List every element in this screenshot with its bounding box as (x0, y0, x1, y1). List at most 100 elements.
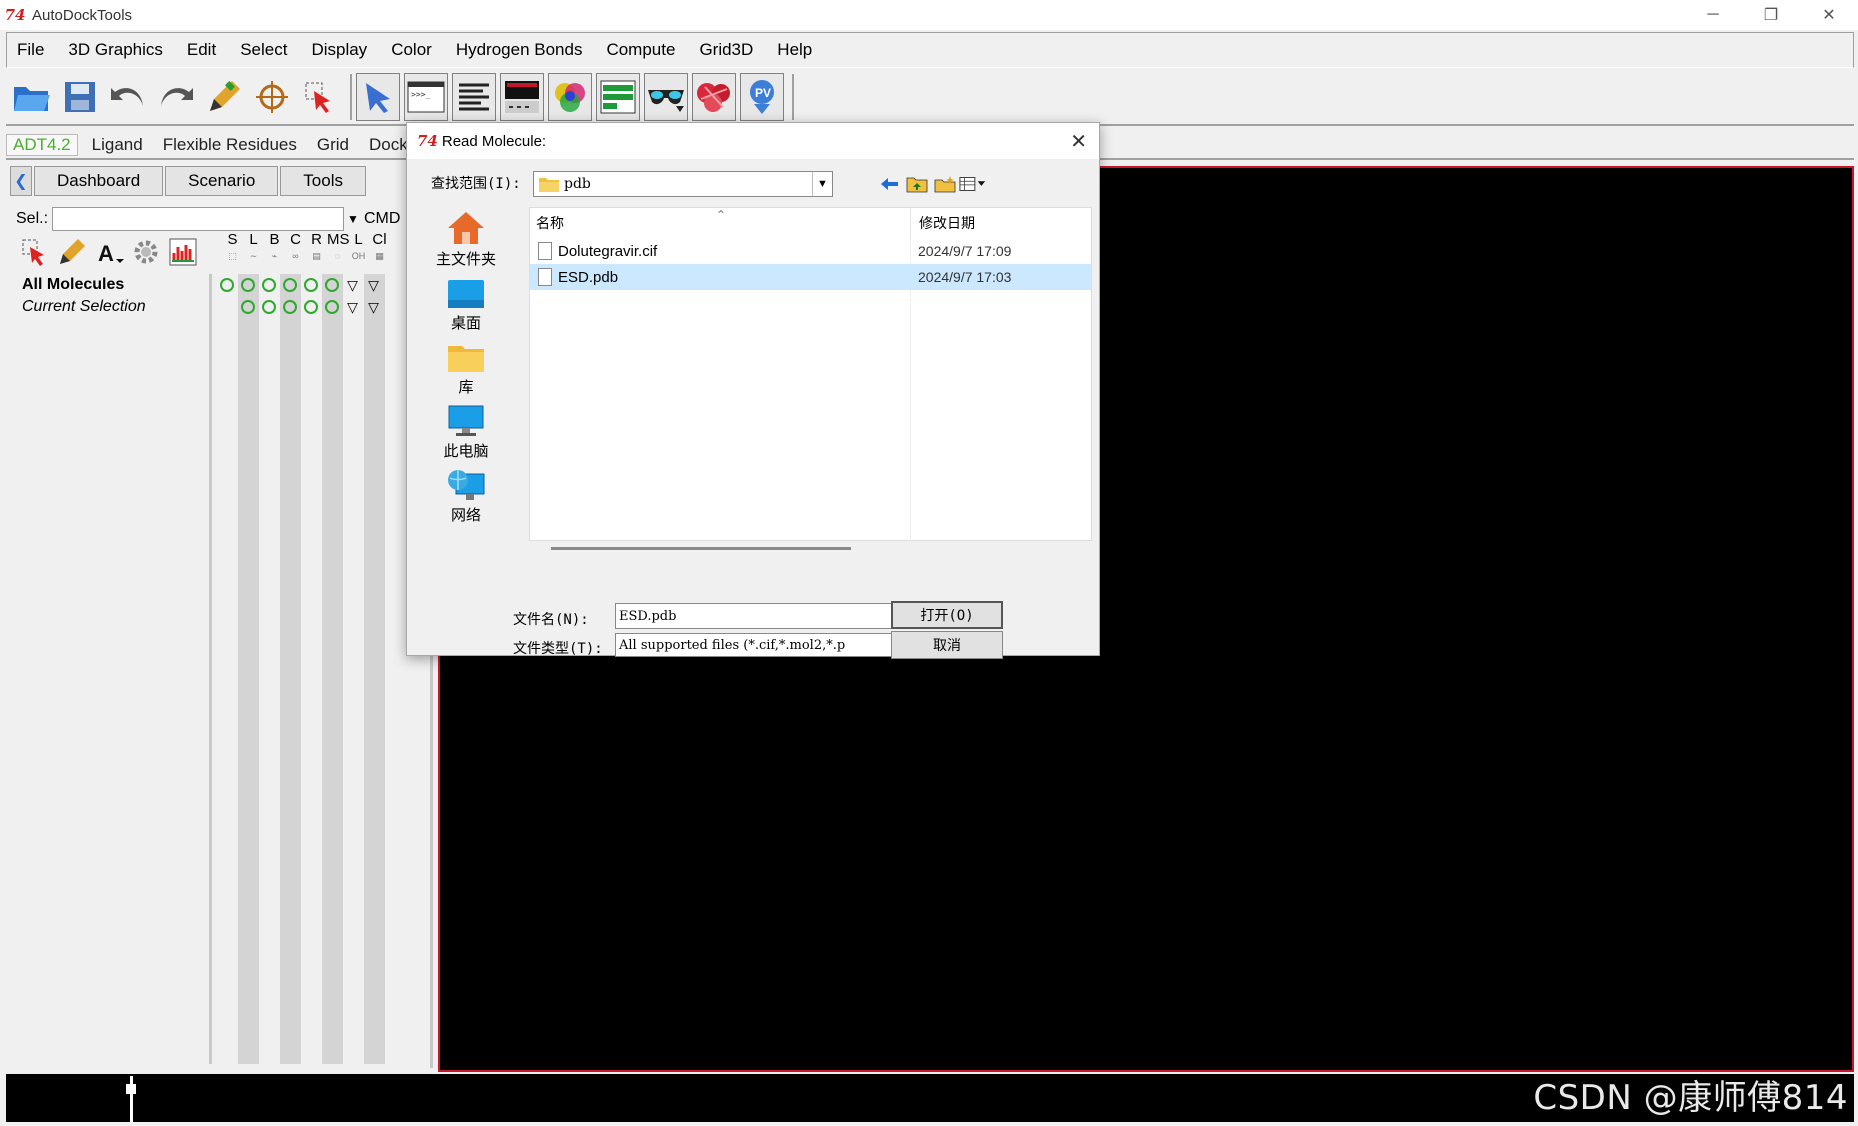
computer-icon (448, 405, 484, 436)
pencil-icon[interactable] (202, 73, 246, 121)
filename-input[interactable]: ESD.pdb ▼ (615, 603, 919, 629)
file-row[interactable]: Dolutegravir.cif 2024/9/7 17:09 (530, 238, 1091, 264)
python-shell-icon[interactable]: >>>_ (404, 73, 448, 121)
file-icon (538, 242, 552, 260)
selection-dropdown-icon[interactable]: ▼ (344, 207, 362, 231)
menu-color[interactable]: Color (379, 40, 444, 60)
col-header-s[interactable]: S ⬚ (222, 232, 243, 272)
toggle-r[interactable] (300, 300, 321, 314)
look-in-select[interactable]: pdb ▼ (533, 171, 833, 197)
toggle-c[interactable] (279, 300, 300, 314)
col-header-l[interactable]: L ∼ (243, 232, 264, 272)
desktop-icon (448, 280, 484, 308)
toggle-b[interactable] (258, 278, 279, 292)
redo-icon[interactable] (154, 73, 198, 121)
stereo-glasses-icon[interactable] (644, 73, 688, 121)
chevron-down-icon[interactable]: ▼ (812, 172, 832, 196)
menu-hydrogen-bonds[interactable]: Hydrogen Bonds (444, 40, 595, 60)
toggle-l[interactable] (237, 278, 258, 292)
stripe (238, 274, 259, 1064)
minimize-button[interactable]: ─ (1684, 0, 1742, 30)
col-header-ms[interactable]: MS ◌ (327, 232, 350, 272)
label-tool-icon[interactable]: A (92, 235, 126, 269)
col-header-c[interactable]: C ∞ (285, 232, 306, 272)
place-library[interactable]: 库 (421, 333, 511, 397)
network-icon (448, 470, 485, 500)
up-folder-icon[interactable] (903, 173, 931, 195)
collapse-panel-icon[interactable]: ❮ (10, 166, 32, 196)
selection-input[interactable] (52, 207, 344, 231)
tab-ligand[interactable]: Ligand (82, 135, 153, 155)
view-menu-icon[interactable] (959, 173, 987, 195)
bar-graph-icon[interactable] (166, 235, 200, 269)
stripe (301, 274, 322, 1064)
pointer-tool-icon[interactable] (356, 73, 400, 121)
menu-3d-graphics[interactable]: 3D Graphics (56, 40, 174, 60)
cmd-label[interactable]: CMD (364, 210, 400, 228)
open-file-icon[interactable] (10, 73, 54, 121)
triangle-down-icon[interactable]: ▽ (342, 277, 363, 294)
menu-grid3d[interactable]: Grid3D (687, 40, 765, 60)
menu-edit[interactable]: Edit (175, 40, 228, 60)
restore-button[interactable]: ❐ (1742, 0, 1800, 30)
undo-icon[interactable] (106, 73, 150, 121)
col-header-l-oh[interactable]: L OH (348, 232, 369, 272)
tab-scenario[interactable]: Scenario (165, 166, 279, 196)
place-desktop[interactable]: 桌面 (421, 269, 511, 333)
pmv-logo-icon[interactable]: PV (740, 73, 784, 121)
menu-select[interactable]: Select (228, 40, 299, 60)
col-header-b[interactable]: B ⌁ (264, 232, 285, 272)
file-row-selected[interactable]: ESD.pdb 2024/9/7 17:03 (530, 264, 1091, 290)
horizontal-scrollbar[interactable] (551, 547, 851, 550)
color-wheel-icon[interactable] (548, 73, 592, 121)
tab-tools[interactable]: Tools (280, 166, 366, 196)
toggle-c[interactable] (279, 278, 300, 292)
tree-row-current-selection[interactable]: Current Selection (12, 296, 209, 318)
center-crosshair-icon[interactable] (250, 73, 294, 121)
toggle-ms[interactable] (321, 278, 342, 292)
toggle-r[interactable] (300, 278, 321, 292)
col-header-r[interactable]: R ▤ (306, 232, 327, 272)
toggle-ms[interactable] (321, 300, 342, 314)
toggle-s[interactable] (216, 278, 237, 292)
sort-caret-icon: ⌃ (716, 208, 727, 222)
dialog-close-icon[interactable]: ✕ (1070, 129, 1087, 154)
molecule-surface-icon[interactable] (692, 73, 736, 121)
column-stripes (238, 274, 385, 1064)
place-home[interactable]: 主文件夹 (421, 205, 511, 269)
grid-panel-icon[interactable] (596, 73, 640, 121)
filetype-select[interactable]: All supported files (*.cif,*.mol2,*.p ▼ (615, 633, 919, 657)
triangle-down-icon[interactable]: ▽ (363, 299, 384, 316)
place-this-pc[interactable]: 此电脑 (421, 397, 511, 461)
align-text-icon[interactable] (452, 73, 496, 121)
menu-help[interactable]: Help (765, 40, 824, 60)
toggle-b[interactable] (258, 300, 279, 314)
new-folder-icon[interactable] (931, 173, 959, 195)
cancel-button[interactable]: 取消 (891, 631, 1003, 659)
back-arrow-icon[interactable] (875, 173, 903, 195)
open-button[interactable]: 打开(O) (891, 601, 1003, 629)
triangle-down-icon[interactable]: ▽ (363, 277, 384, 294)
menu-file[interactable]: File (7, 40, 56, 60)
tab-grid[interactable]: Grid (307, 135, 359, 155)
tree-row-all-molecules[interactable]: All Molecules (12, 274, 209, 296)
column-date-header[interactable]: 修改日期 (910, 208, 975, 238)
tab-dashboard[interactable]: Dashboard (34, 166, 164, 196)
file-name: ESD.pdb (558, 268, 619, 286)
tab-adt42[interactable]: ADT4.2 (6, 134, 78, 156)
settings-gear-icon[interactable] (129, 235, 163, 269)
save-icon[interactable] (58, 73, 102, 121)
draw-tool-icon[interactable] (55, 235, 89, 269)
menu-display[interactable]: Display (299, 40, 379, 60)
triangle-down-icon[interactable]: ▽ (342, 299, 363, 316)
menu-compute[interactable]: Compute (594, 40, 687, 60)
select-pick-icon[interactable] (298, 73, 342, 121)
select-tool-icon[interactable] (18, 235, 52, 269)
toggle-l[interactable] (237, 300, 258, 314)
close-window-button[interactable]: ✕ (1800, 0, 1858, 30)
tab-flexible-residues[interactable]: Flexible Residues (153, 135, 307, 155)
place-network[interactable]: 网络 (421, 461, 511, 525)
console-monitor-icon[interactable] (500, 73, 544, 121)
col-sub-icon: ◌ (334, 251, 341, 261)
col-header-cl[interactable]: Cl ▦ (369, 232, 390, 272)
